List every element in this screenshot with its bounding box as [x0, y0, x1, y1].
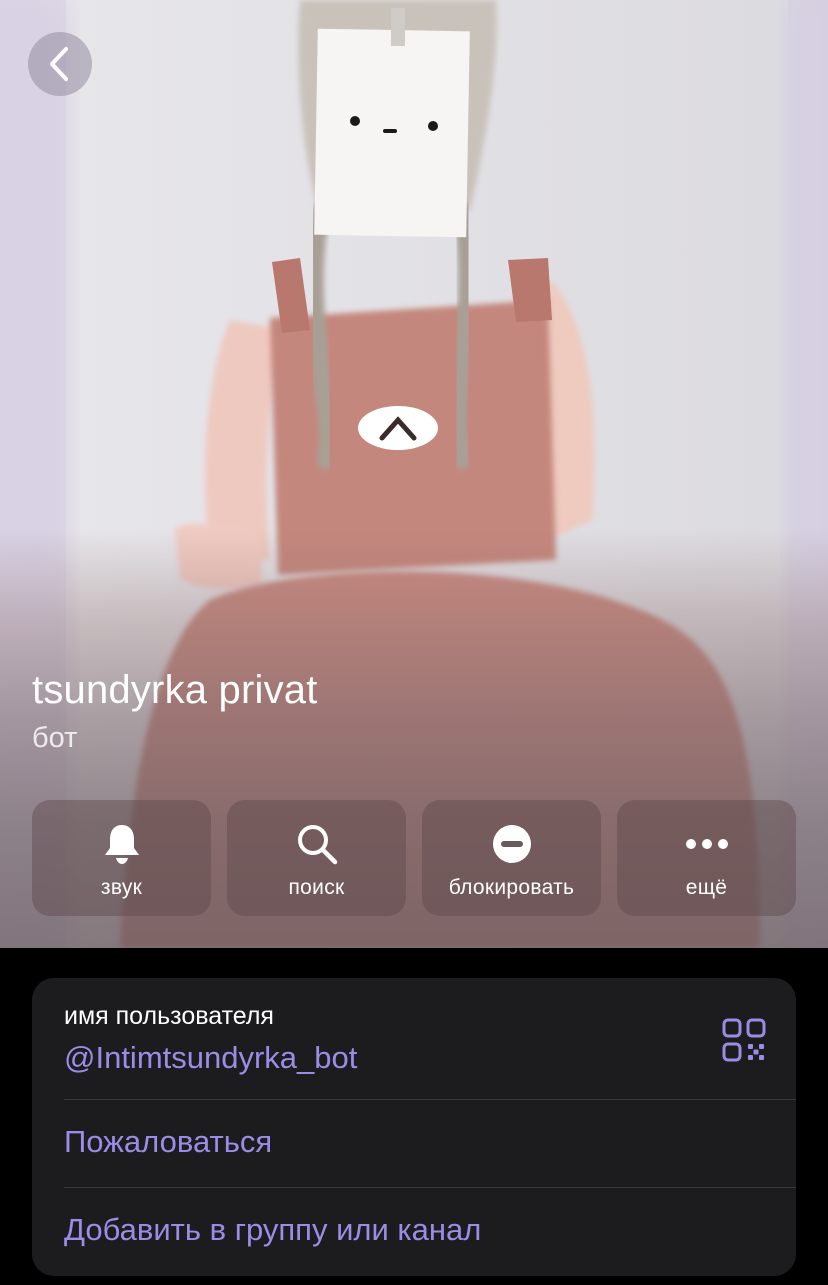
action-bar: звук поиск блокировать ещё: [32, 800, 796, 916]
block-button[interactable]: блокировать: [422, 800, 601, 916]
sound-button-label: звук: [100, 876, 143, 899]
profile-screen: tsundyrka privat бот звук поиск блокиров…: [0, 0, 828, 1285]
more-button-label: ещё: [685, 876, 728, 899]
info-card: имя пользователя @Intimtsundyrka_bot Пож…: [32, 978, 796, 1276]
chevron-left-icon: [50, 47, 68, 81]
qr-code-icon: [722, 1018, 766, 1062]
profile-photo-header: tsundyrka privat бот звук поиск блокиров…: [0, 0, 828, 948]
username-value[interactable]: @Intimtsundyrka_bot: [64, 1040, 357, 1076]
username-row[interactable]: имя пользователя @Intimtsundyrka_bot: [32, 978, 796, 1100]
search-button-label: поиск: [288, 876, 345, 899]
username-caption: имя пользователя: [64, 1002, 274, 1030]
more-button[interactable]: ещё: [617, 800, 796, 916]
add-to-group-row[interactable]: Добавить в группу или канал: [32, 1188, 796, 1276]
search-button[interactable]: поиск: [227, 800, 406, 916]
profile-status: бот: [32, 722, 78, 754]
back-button[interactable]: [28, 32, 92, 96]
report-row[interactable]: Пожаловаться: [32, 1100, 796, 1188]
search-icon: [295, 822, 339, 866]
report-label: Пожаловаться: [64, 1124, 273, 1159]
sound-button[interactable]: звук: [32, 800, 211, 916]
block-button-label: блокировать: [448, 876, 575, 899]
block-icon: [490, 822, 534, 866]
add-to-group-label: Добавить в группу или канал: [64, 1212, 482, 1247]
more-icon: [685, 822, 729, 866]
profile-name: tsundyrka privat: [32, 668, 318, 712]
qr-code-button[interactable]: [722, 1018, 766, 1062]
bell-icon: [100, 822, 144, 866]
